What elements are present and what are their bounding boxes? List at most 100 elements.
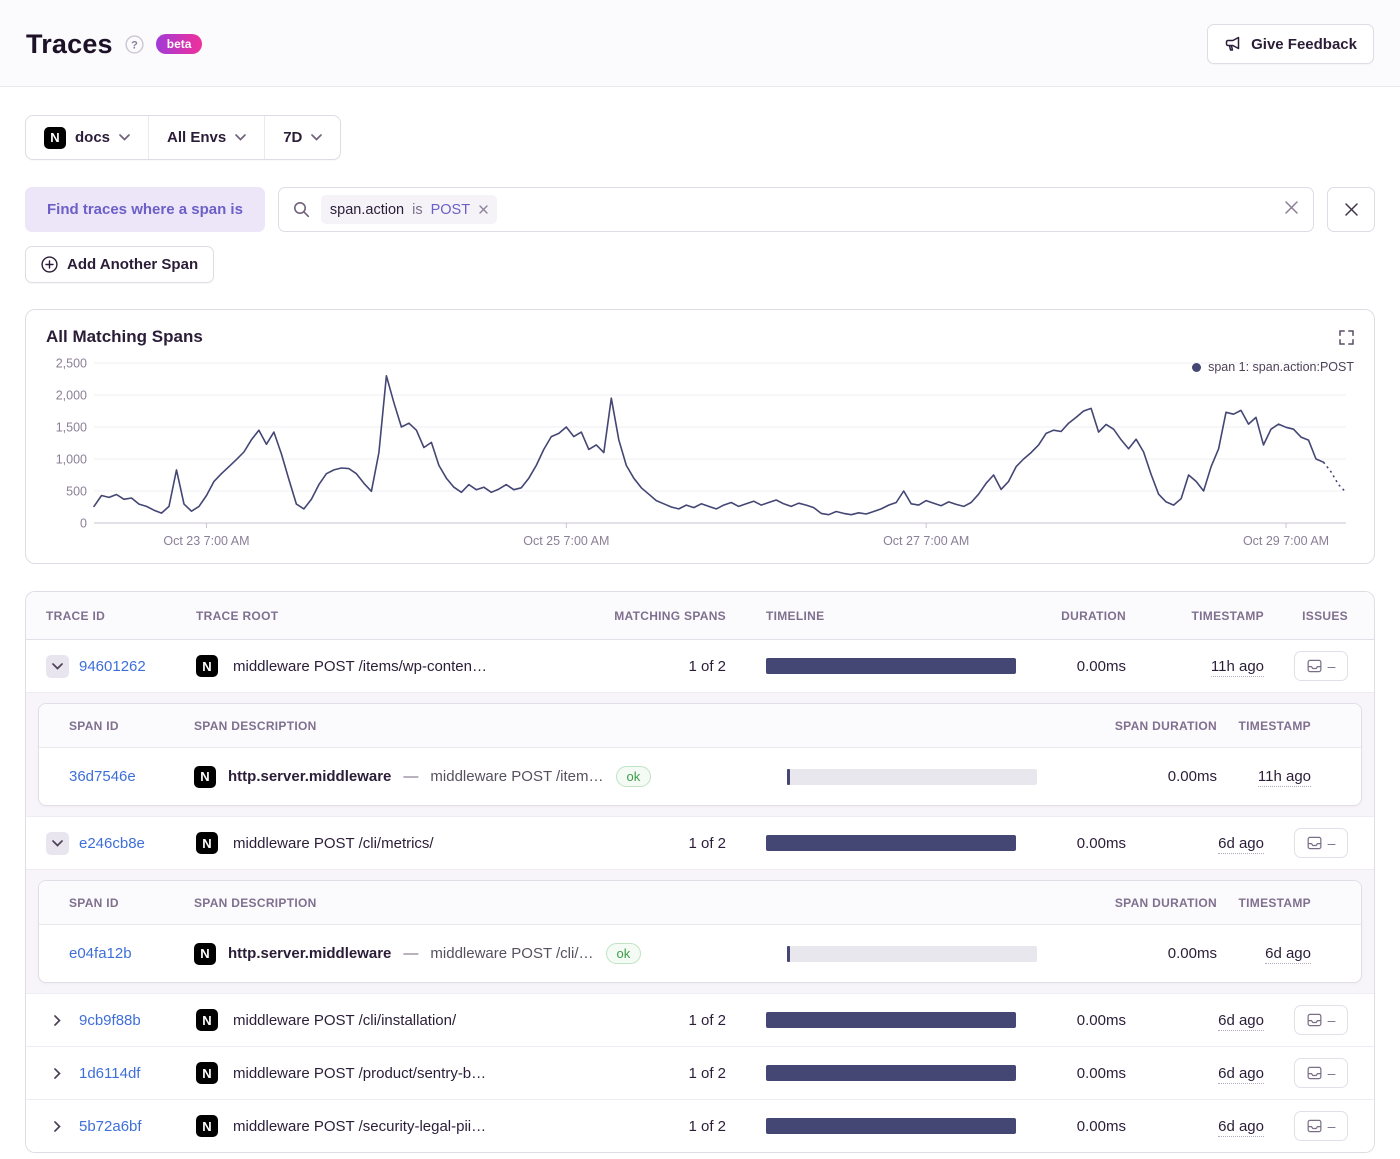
timestamp-value[interactable]: 6d ago [1218, 1012, 1264, 1031]
svg-text:Oct 25 7:00 AM: Oct 25 7:00 AM [523, 534, 609, 548]
project-filter-label: docs [75, 129, 110, 146]
trace-row[interactable]: 5b72a6bf N middleware POST /security-leg… [26, 1100, 1374, 1152]
timestamp-value[interactable]: 6d ago [1218, 835, 1264, 854]
span-search-input[interactable]: span.action is POST [278, 187, 1314, 232]
span-duration-value: 0.00ms [1037, 768, 1217, 785]
span-timeline-bar [787, 769, 1037, 785]
issues-button[interactable]: – [1294, 651, 1348, 681]
timestamp-value[interactable]: 11h ago [1211, 658, 1264, 677]
col-timestamp: TIMESTAMP [1126, 609, 1264, 623]
expand-toggle-button[interactable] [46, 1009, 69, 1032]
span-id-link[interactable]: 36d7546e [69, 768, 136, 785]
search-clear-icon[interactable] [1284, 200, 1299, 215]
remove-span-query-button[interactable] [1327, 187, 1375, 232]
trace-id-link[interactable]: 9cb9f88b [79, 1012, 141, 1029]
timestamp-value[interactable]: 6d ago [1218, 1065, 1264, 1084]
expand-toggle-button[interactable] [46, 1115, 69, 1138]
span-duration-value: 0.00ms [1037, 945, 1217, 962]
svg-text:1,000: 1,000 [56, 453, 87, 467]
add-another-span-button[interactable]: Add Another Span [25, 246, 214, 283]
col-span-timestamp: TIMESTAMP [1217, 896, 1341, 910]
svg-text:2,000: 2,000 [56, 389, 87, 403]
inbox-icon [1307, 1119, 1322, 1133]
traces-table: TRACE ID TRACE ROOT MATCHING SPANS TIMEL… [25, 591, 1375, 1153]
chart-legend[interactable]: span 1: span.action:POST [1192, 360, 1354, 374]
help-icon[interactable]: ? [125, 35, 144, 54]
span-row[interactable]: e04fa12b N http.server.middleware — midd… [39, 925, 1361, 982]
span-separator: — [403, 945, 418, 962]
issues-empty-dash: – [1328, 1012, 1336, 1028]
col-span-id: SPAN ID [59, 896, 194, 910]
trace-row[interactable]: 94601262 N middleware POST /items/wp-con… [26, 640, 1374, 692]
timeline-bar [766, 658, 1016, 674]
span-row[interactable]: 36d7546e N http.server.middleware — midd… [39, 748, 1361, 805]
timestamp-value[interactable]: 6d ago [1218, 1118, 1264, 1137]
svg-text:500: 500 [66, 485, 87, 499]
date-range-label: 7D [283, 129, 302, 146]
give-feedback-button[interactable]: Give Feedback [1207, 24, 1374, 64]
matching-spans-count: 1 of 2 [546, 1012, 726, 1029]
query-description-label: Find traces where a span is [25, 187, 265, 232]
col-span-timestamp: TIMESTAMP [1217, 719, 1341, 733]
span-status-badge: ok [606, 943, 642, 964]
svg-text:Oct 23 7:00 AM: Oct 23 7:00 AM [163, 534, 249, 548]
chevron-icon [54, 1121, 61, 1132]
issues-empty-dash: – [1328, 658, 1336, 674]
col-duration: DURATION [1016, 609, 1126, 623]
matching-spans-count: 1 of 2 [546, 1118, 726, 1135]
issues-empty-dash: – [1328, 1118, 1336, 1134]
issues-button[interactable]: – [1294, 1005, 1348, 1035]
issues-button[interactable]: – [1294, 1111, 1348, 1141]
chevron-icon [54, 1068, 61, 1079]
expand-toggle-button[interactable] [46, 655, 69, 678]
legend-series-label: span 1: span.action:POST [1208, 360, 1354, 374]
svg-text:?: ? [131, 39, 138, 51]
trace-group: 5b72a6bf N middleware POST /security-leg… [26, 1099, 1374, 1152]
issues-button[interactable]: – [1294, 1058, 1348, 1088]
trace-group: 1d6114df N middleware POST /product/sent… [26, 1046, 1374, 1099]
all-matching-spans-chart-panel: All Matching Spans span 1: span.action:P… [25, 309, 1375, 564]
expand-toggle-button[interactable] [46, 832, 69, 855]
span-separator: — [403, 768, 418, 785]
traces-table-body: 94601262 N middleware POST /items/wp-con… [26, 640, 1374, 1152]
expanded-spans-section: SPAN ID SPAN DESCRIPTION SPAN DURATION T… [26, 692, 1374, 816]
matching-spans-count: 1 of 2 [546, 1065, 726, 1082]
trace-row[interactable]: 9cb9f88b N middleware POST /cli/installa… [26, 994, 1374, 1046]
trace-group: 94601262 N middleware POST /items/wp-con… [26, 640, 1374, 816]
duration-value: 0.00ms [1016, 658, 1126, 675]
expand-toggle-button[interactable] [46, 1062, 69, 1085]
spans-subtable-header: SPAN ID SPAN DESCRIPTION SPAN DURATION T… [39, 881, 1361, 925]
project-filter[interactable]: N docs [26, 116, 148, 159]
duration-value: 0.00ms [1016, 1118, 1126, 1135]
token-value: POST [431, 202, 470, 218]
svg-text:Oct 29 7:00 AM: Oct 29 7:00 AM [1243, 534, 1329, 548]
trace-id-link[interactable]: 1d6114df [79, 1065, 140, 1082]
spans-subtable-header: SPAN ID SPAN DESCRIPTION SPAN DURATION T… [39, 704, 1361, 748]
trace-id-link[interactable]: 94601262 [79, 658, 146, 675]
span-id-link[interactable]: e04fa12b [69, 945, 132, 962]
trace-row[interactable]: e246cb8e N middleware POST /cli/metrics/… [26, 817, 1374, 869]
add-another-span-label: Add Another Span [67, 256, 198, 273]
trace-row[interactable]: 1d6114df N middleware POST /product/sent… [26, 1047, 1374, 1099]
expand-chart-icon[interactable] [1339, 330, 1354, 345]
nextjs-project-icon: N [196, 1009, 218, 1031]
span-timestamp-value[interactable]: 11h ago [1258, 768, 1311, 787]
date-range-filter[interactable]: 7D [264, 116, 340, 159]
inbox-icon [1307, 659, 1322, 673]
filter-token[interactable]: span.action is POST [321, 195, 497, 224]
span-timestamp-value[interactable]: 6d ago [1265, 945, 1311, 964]
trace-id-link[interactable]: e246cb8e [79, 835, 145, 852]
timeline-bar [766, 1118, 1016, 1134]
search-icon [293, 201, 310, 218]
col-span-id: SPAN ID [59, 719, 194, 733]
timeline-bar [766, 1065, 1016, 1081]
environment-filter[interactable]: All Envs [148, 116, 264, 159]
trace-id-link[interactable]: 5b72a6bf [79, 1118, 142, 1135]
issues-button[interactable]: – [1294, 828, 1348, 858]
trace-group: e246cb8e N middleware POST /cli/metrics/… [26, 816, 1374, 993]
col-trace-id: TRACE ID [46, 609, 186, 623]
token-remove-icon[interactable] [479, 205, 488, 214]
page-title: Traces [26, 29, 113, 60]
spans-timeseries-chart[interactable]: 05001,0001,5002,0002,500Oct 23 7:00 AMOc… [46, 351, 1356, 553]
span-op-label: http.server.middleware [228, 945, 391, 962]
